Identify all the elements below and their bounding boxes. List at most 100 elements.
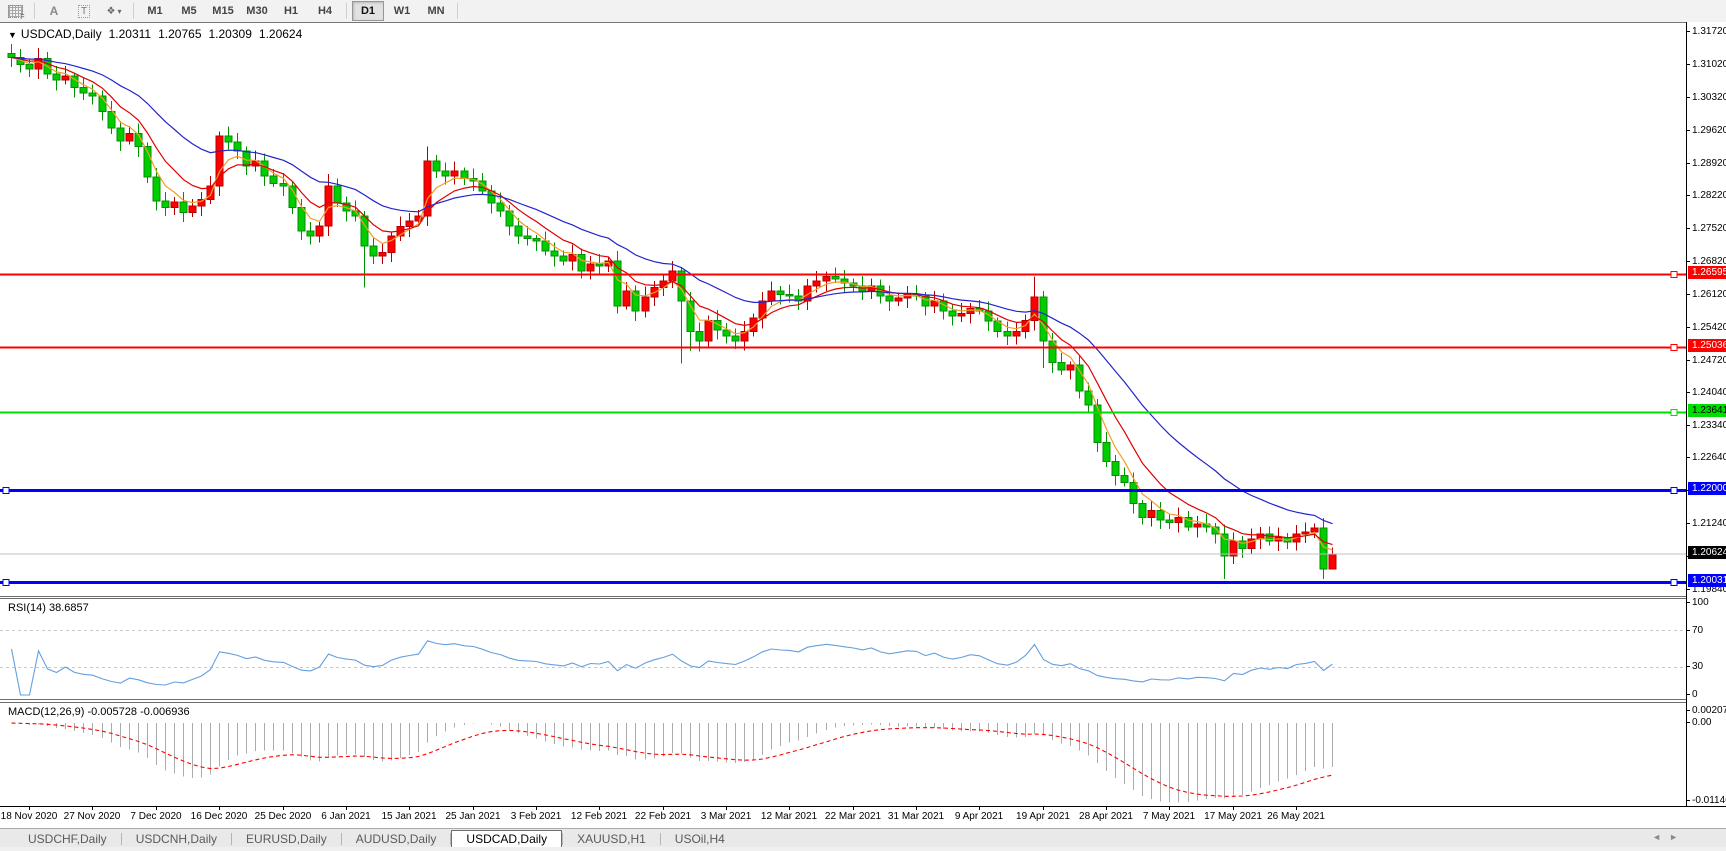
rsi-tick: 30 (1687, 661, 1703, 673)
candle (306, 221, 315, 245)
candle (405, 212, 414, 237)
rsi-pane[interactable]: RSI(14) 38.6857 (0, 599, 1686, 699)
candle (1229, 532, 1238, 564)
tab-scroll-right-icon[interactable]: ► (1669, 832, 1686, 842)
candle (1057, 352, 1066, 375)
candle (912, 285, 921, 301)
tab-audusd-daily[interactable]: AUDUSD,Daily (342, 829, 451, 848)
candle (1165, 514, 1174, 530)
candle (152, 167, 161, 211)
date-tick (29, 807, 30, 810)
price-tick: 1.30320 (1687, 92, 1726, 104)
date-label: 26 May 2021 (1267, 811, 1325, 822)
candlestick-chart[interactable] (0, 23, 1686, 597)
date-label: 27 Nov 2020 (63, 811, 121, 822)
tab-eurusd-daily[interactable]: EURUSD,Daily (232, 829, 341, 848)
price-marker-1.23641: 1.23641 (1688, 404, 1726, 418)
date-tick (473, 807, 474, 810)
candle (1174, 507, 1183, 533)
text-label-button[interactable]: T (70, 1, 98, 21)
date-label: 31 Mar 2021 (887, 811, 945, 822)
font-icon: A (49, 4, 59, 18)
candle (460, 167, 469, 185)
chart-grid-icon: F (7, 4, 25, 21)
candle (98, 90, 107, 121)
horizontal-line-1.26595[interactable] (0, 271, 1686, 278)
chart-grid-button[interactable]: F (1, 1, 29, 21)
date-label: 7 May 2021 (1142, 811, 1196, 822)
date-label: 16 Dec 2020 (190, 811, 248, 822)
rsi-chart[interactable] (0, 599, 1686, 699)
candle (70, 72, 79, 98)
tab-usdcnh-daily[interactable]: USDCNH,Daily (122, 829, 231, 848)
toolbar-separator (346, 3, 347, 19)
ohlc-low: 1.20309 (208, 27, 252, 41)
rsi-line (10, 640, 1333, 696)
date-axis[interactable]: 18 Nov 2020 27 Nov 2020 7 Dec 2020 16 Dec 2… (0, 806, 1726, 829)
macd-tick: 0.002074 (1687, 705, 1726, 717)
tab-xauusd-h1[interactable]: XAUUSD,H1 (563, 829, 660, 848)
macd-tick: -0.011462 (1687, 795, 1726, 807)
candle (1111, 455, 1120, 486)
candle (1084, 382, 1093, 413)
date-tick (916, 807, 917, 810)
horizontal-line-1.20031[interactable] (0, 579, 1686, 586)
horizontal-line-1.22000[interactable] (0, 487, 1686, 494)
candle (1138, 499, 1147, 525)
price-tick: 1.25420 (1687, 322, 1726, 334)
date-label: 12 Feb 2021 (570, 811, 628, 822)
price-axis[interactable]: 1.31720 1.31020 1.30320 1.29620 1.28920 1.282… (1686, 22, 1726, 806)
macd-chart[interactable] (0, 703, 1686, 806)
candle (260, 153, 269, 187)
shapes-button[interactable]: ❖ ▾ (100, 1, 128, 21)
price-marker-1.20031: 1.20031 (1688, 574, 1726, 588)
tab-usdcad-daily[interactable]: USDCAD,Daily (451, 830, 563, 848)
timeframe-button-mn[interactable]: MN (420, 1, 452, 21)
macd-pane[interactable]: MACD(12,26,9) -0.005728 -0.006936 (0, 703, 1686, 806)
tab-usoil-h4[interactable]: USOil,H4 (661, 829, 739, 848)
main-chart-pane[interactable]: ▼ USDCAD,Daily 1.20311 1.20765 1.20309 1.2062… (0, 22, 1686, 597)
price-tick: 1.24720 (1687, 355, 1726, 367)
date-tick (726, 807, 727, 810)
date-label: 6 Jan 2021 (321, 811, 371, 822)
price-tick: 1.22640 (1687, 452, 1726, 464)
date-tick (1233, 807, 1234, 810)
date-label: 28 Apr 2021 (1079, 811, 1133, 822)
price-tick: 1.23340 (1687, 420, 1726, 432)
candle (1328, 547, 1337, 570)
price-marker-1.22000: 1.22000 (1688, 481, 1726, 495)
tab-usdchf-daily[interactable]: USDCHF,Daily (14, 829, 121, 848)
price-tick: 1.28920 (1687, 158, 1726, 170)
timeframe-button-m5[interactable]: M5 (173, 1, 205, 21)
candle (1012, 323, 1021, 345)
timeframe-button-m15[interactable]: M15 (207, 1, 239, 21)
candle (1283, 532, 1292, 550)
candle (894, 292, 903, 307)
timeframe-button-h1[interactable]: H1 (275, 1, 307, 21)
candle (143, 142, 152, 184)
font-button[interactable]: A (40, 1, 68, 21)
tab-scroll-left-icon[interactable]: ◄ (1652, 832, 1669, 842)
timeframe-button-m1[interactable]: M1 (139, 1, 171, 21)
symbol-dropdown-icon[interactable]: ▼ (8, 30, 17, 40)
timeframe-button-w1[interactable]: W1 (386, 1, 418, 21)
top-toolbar: F A T ❖ ▾ M1 M5 M15 M30 H1 H4 D1 W1 MN (0, 0, 1726, 23)
candle (731, 328, 740, 349)
price-tick: 1.24040 (1687, 387, 1726, 399)
horizontal-line-1.23641[interactable] (0, 409, 1686, 416)
date-label: 19 Apr 2021 (1016, 811, 1070, 822)
date-tick (536, 807, 537, 810)
candle (396, 216, 405, 242)
timeframe-button-m30[interactable]: M30 (241, 1, 273, 21)
date-label: 15 Jan 2021 (381, 811, 437, 822)
candle (1193, 516, 1202, 538)
candle (369, 237, 378, 264)
horizontal-line-1.25036[interactable] (0, 344, 1686, 351)
chart-title[interactable]: ▼ USDCAD,Daily 1.20311 1.20765 1.20309 1.2062… (8, 27, 302, 41)
ohlc-close: 1.20624 (258, 27, 303, 41)
macd-tick: 0.00 (1687, 717, 1711, 729)
candle (1147, 501, 1156, 527)
toolbar-separator (34, 3, 35, 19)
timeframe-button-d1[interactable]: D1 (352, 1, 384, 21)
timeframe-button-h4[interactable]: H4 (309, 1, 341, 21)
